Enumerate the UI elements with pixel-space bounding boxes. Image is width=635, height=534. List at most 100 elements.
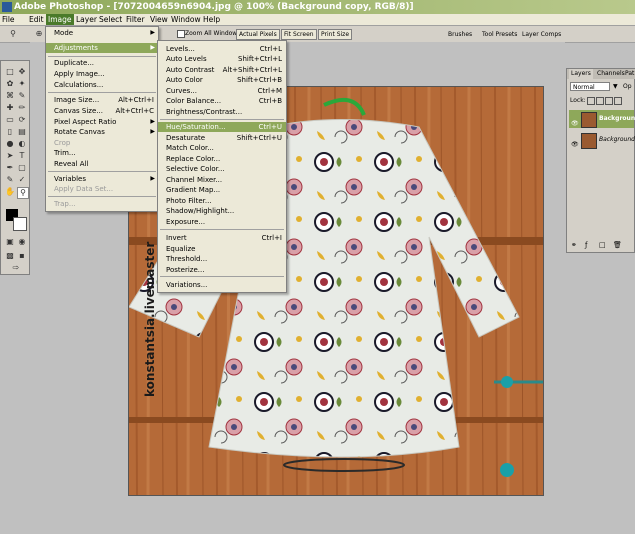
- menu-item-mode[interactable]: Mode ▶: [46, 28, 158, 38]
- menu-filter[interactable]: Filter: [126, 14, 145, 25]
- eye-icon[interactable]: 👁: [571, 115, 579, 127]
- chevron-down-icon[interactable]: ▼: [613, 82, 618, 91]
- screen-mode-icon[interactable]: ▩: [5, 251, 15, 261]
- eye-icon[interactable]: 👁: [571, 136, 579, 148]
- menu-item-duplicate[interactable]: Duplicate...: [46, 58, 158, 68]
- menu-item-threshold[interactable]: Threshold...: [158, 254, 286, 264]
- layer-row-background[interactable]: 👁 Background: [569, 131, 635, 149]
- healing-brush-icon[interactable]: ✚: [5, 103, 15, 113]
- marquee-tool-icon[interactable]: □: [5, 67, 15, 77]
- menu-item-gradient-map[interactable]: Gradient Map...: [158, 185, 286, 195]
- history-brush-icon[interactable]: ⟳: [17, 115, 27, 125]
- new-layer-icon[interactable]: □: [599, 241, 606, 249]
- notes-tool-icon[interactable]: ✎: [5, 175, 15, 185]
- shape-tool-icon[interactable]: ▢: [17, 163, 27, 173]
- imageready-icon[interactable]: ⇨: [11, 263, 21, 273]
- menu-view[interactable]: View: [150, 14, 168, 25]
- print-size-button[interactable]: Print Size: [318, 29, 353, 40]
- menu-item-match-color[interactable]: Match Color...: [158, 143, 286, 153]
- path-select-icon[interactable]: ➤: [5, 151, 15, 161]
- actual-pixels-button[interactable]: Actual Pixels: [236, 29, 280, 40]
- menu-item-auto-color[interactable]: Auto Color Shift+Ctrl+B: [158, 75, 286, 85]
- menu-window[interactable]: Window: [171, 14, 201, 25]
- quick-mask-icon[interactable]: ▣: [5, 237, 15, 247]
- dodge-tool-icon[interactable]: ◐: [17, 139, 27, 149]
- gradient-tool-icon[interactable]: ▤: [17, 127, 27, 137]
- layers-panel: Layers Channels Pat Normal ▼ Op Lock: 👁 …: [566, 68, 635, 253]
- crop-tool-icon[interactable]: ⌘: [5, 91, 15, 101]
- lock-pixels-icon[interactable]: [596, 97, 604, 105]
- zoom-tool-active-icon[interactable]: ⚲: [17, 187, 29, 199]
- tab-layer-comps[interactable]: Layer Comps: [522, 30, 561, 40]
- menu-select[interactable]: Select: [99, 14, 122, 25]
- tab-channels[interactable]: Channels: [597, 69, 625, 79]
- blend-mode-select[interactable]: Normal: [570, 82, 610, 91]
- magic-wand-icon[interactable]: ✦: [17, 79, 27, 89]
- type-tool-icon[interactable]: T: [17, 151, 27, 161]
- menu-item-channel-mixer[interactable]: Channel Mixer...: [158, 175, 286, 185]
- menu-image[interactable]: Image: [46, 14, 74, 25]
- layer-row-background-copy[interactable]: 👁 Background: [569, 110, 635, 128]
- menu-item-rotate-canvas[interactable]: Rotate Canvas ▶: [46, 127, 158, 137]
- tab-tool-presets[interactable]: Tool Presets: [482, 30, 517, 40]
- tab-layers[interactable]: Layers: [569, 69, 593, 79]
- screen-mode-full-icon[interactable]: ▪: [17, 251, 27, 261]
- slice-tool-icon[interactable]: ✎: [17, 91, 27, 101]
- menu-edit[interactable]: Edit: [29, 14, 44, 25]
- pen-tool-icon[interactable]: ✒: [5, 163, 15, 173]
- delete-layer-icon[interactable]: 🗑: [613, 241, 622, 249]
- lock-transparency-icon[interactable]: [587, 97, 595, 105]
- link-layers-icon[interactable]: ⚭: [571, 241, 577, 249]
- brush-tool-icon[interactable]: ✏: [17, 103, 27, 113]
- menu-file[interactable]: File: [2, 14, 15, 25]
- zoom-in-icon[interactable]: ⊕: [34, 29, 44, 39]
- zoom-tool-icon[interactable]: ⚲: [8, 29, 18, 39]
- move-tool-icon[interactable]: ✥: [17, 67, 27, 77]
- menu-item-adjustments[interactable]: Adjustments ▶: [46, 43, 158, 53]
- menu-item-trim[interactable]: Trim...: [46, 148, 158, 158]
- menu-item-canvas-size[interactable]: Canvas Size... Alt+Ctrl+C: [46, 106, 158, 116]
- menu-item-invert[interactable]: Invert Ctrl+I: [158, 233, 286, 243]
- hand-tool-icon[interactable]: ✋: [5, 187, 15, 197]
- lasso-tool-icon[interactable]: ✿: [5, 79, 15, 89]
- quick-mask-on-icon[interactable]: ◉: [17, 237, 27, 247]
- lock-position-icon[interactable]: [605, 97, 613, 105]
- layer-style-icon[interactable]: ƒ: [585, 241, 587, 249]
- menu-item-auto-contrast[interactable]: Auto Contrast Alt+Shift+Ctrl+L: [158, 65, 286, 75]
- background-color-swatch[interactable]: [13, 217, 27, 231]
- menu-layer[interactable]: Layer: [76, 14, 97, 25]
- menu-item-variations[interactable]: Variations...: [158, 280, 286, 290]
- menu-item-color-balance[interactable]: Color Balance... Ctrl+B: [158, 96, 286, 106]
- menu-item-brightness-contrast[interactable]: Brightness/Contrast...: [158, 107, 286, 117]
- menu-item-calculations[interactable]: Calculations...: [46, 80, 158, 90]
- menu-item-selective-color[interactable]: Selective Color...: [158, 164, 286, 174]
- menu-item-reveal-all[interactable]: Reveal All: [46, 159, 158, 169]
- fit-screen-button[interactable]: Fit Screen: [281, 29, 317, 40]
- tab-paths[interactable]: Pat: [625, 69, 634, 79]
- tab-brushes[interactable]: Brushes: [448, 30, 472, 40]
- menu-item-equalize[interactable]: Equalize: [158, 244, 286, 254]
- menu-item-shadow-highlight[interactable]: Shadow/Highlight...: [158, 206, 286, 216]
- menu-item-posterize[interactable]: Posterize...: [158, 265, 286, 275]
- eyedropper-icon[interactable]: ✓: [17, 175, 27, 185]
- menu-item-curves[interactable]: Curves... Ctrl+M: [158, 86, 286, 96]
- zoom-all-windows-checkbox[interactable]: [177, 30, 185, 38]
- layer-name: Background: [599, 115, 635, 122]
- menu-item-photo-filter[interactable]: Photo Filter...: [158, 196, 286, 206]
- menu-item-image-size[interactable]: Image Size... Alt+Ctrl+I: [46, 95, 158, 105]
- menu-item-hue-saturation[interactable]: Hue/Saturation... Ctrl+U: [158, 122, 286, 132]
- menu-item-pixel-aspect-ratio[interactable]: Pixel Aspect Ratio ▶: [46, 117, 158, 127]
- menu-item-auto-levels[interactable]: Auto Levels Shift+Ctrl+L: [158, 54, 286, 64]
- menu-item-replace-color[interactable]: Replace Color...: [158, 154, 286, 164]
- lock-all-icon[interactable]: [614, 97, 622, 105]
- menu-item-variables[interactable]: Variables ▶: [46, 174, 158, 184]
- clone-stamp-icon[interactable]: ▭: [5, 115, 15, 125]
- menu-item-desaturate[interactable]: Desaturate Shift+Ctrl+U: [158, 133, 286, 143]
- eraser-tool-icon[interactable]: ▯: [5, 127, 15, 137]
- blur-tool-icon[interactable]: ●: [5, 139, 15, 149]
- menu-item-exposure[interactable]: Exposure...: [158, 217, 286, 227]
- layer-name: Background: [599, 136, 635, 143]
- menu-item-apply-image[interactable]: Apply Image...: [46, 69, 158, 79]
- menu-help[interactable]: Help: [203, 14, 220, 25]
- menu-item-levels[interactable]: Levels... Ctrl+L: [158, 44, 286, 54]
